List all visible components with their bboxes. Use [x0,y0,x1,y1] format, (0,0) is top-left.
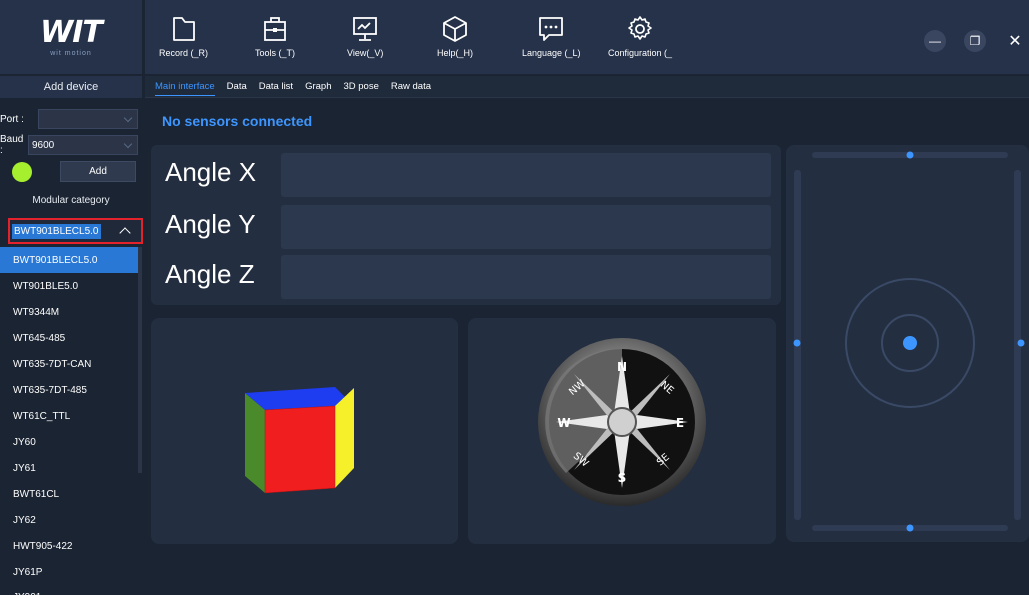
model-list-item[interactable]: WT645-485 [0,325,138,351]
minimize-icon: — [929,34,941,48]
compass-panel: N S E W NE NW SE SW [468,318,776,544]
bottom-slider-handle[interactable] [906,524,914,532]
configuration-label: Configuration (_ [608,48,673,58]
model-list-item[interactable]: JY61P [0,559,138,585]
level-indicator-panel [786,145,1029,542]
left-slider-handle[interactable] [793,339,801,347]
chevron-down-icon [123,139,133,149]
app-window: WIT wit motion Add device Port : Baud : … [0,0,1029,595]
close-icon: ✕ [1008,33,1022,50]
angle-x-row: Angle X [151,149,781,199]
model-list-item[interactable]: WT61C_TTL [0,403,138,429]
model-dropdown-list: BWT901BLECL5.0 WT901BLE5.0 WT9344M WT645-48… [0,247,138,595]
model-list-item[interactable]: HWT905-422 [0,533,138,559]
view-button[interactable]: View(_V) [347,14,383,58]
model-list-item[interactable]: JY60 [0,429,138,455]
configuration-button[interactable]: Configuration (_ [608,14,672,58]
angle-y-value [281,205,771,249]
model-list-scrollbar[interactable] [138,247,142,473]
tools-button[interactable]: Tools (_T) [255,14,295,58]
tab-bar: Main interface Data Data list Graph 3D pose R… [145,76,1029,98]
angle-y-row: Angle Y [151,201,781,251]
port-label: Port : [0,113,24,125]
minimize-button[interactable]: — [924,30,946,52]
compass-icon: N S E W NE NW SE SW [538,338,706,506]
monitor-chart-icon [353,17,378,41]
compass-n: N [617,360,627,374]
angle-panel: Angle X Angle Y Angle Z [151,145,781,305]
folder-icon [172,17,195,41]
model-list-item[interactable]: BWT901BLECL5.0 [0,247,138,273]
logo: WIT wit motion [0,0,142,74]
model-list-item[interactable]: JY61 [0,455,138,481]
record-label: Record (_R) [159,48,209,58]
add-button[interactable]: Add [60,161,136,182]
compass-w: W [557,416,570,430]
model-list-item[interactable]: WT635-7DT-485 [0,377,138,403]
connection-status-text: No sensors connected [162,113,313,129]
view-label: View(_V) [347,48,384,58]
logo-mark: WIT [40,14,103,50]
chat-bubble-icon [539,17,564,41]
level-bubble[interactable] [903,336,917,350]
compass-s: S [618,471,627,485]
toolbox-icon [264,17,286,41]
tab-main-interface[interactable]: Main interface [155,78,215,96]
language-label: Language (_L) [522,48,581,58]
right-slider-handle[interactable] [1017,339,1025,347]
level-indicator [793,151,1025,532]
logo-subtitle: wit motion [50,49,92,57]
model-list-item[interactable]: WT9344M [0,299,138,325]
model-list-item[interactable]: WT901BLE5.0 [0,273,138,299]
port-row: Port : [0,108,142,130]
restore-icon: ❐ [969,34,981,48]
help-label: Help(_H) [437,48,474,58]
model-select[interactable]: BWT901BLECL5.0 [8,218,143,244]
chevron-down-icon [123,113,133,123]
angle-y-label: Angle Y [165,209,256,239]
top-slider-handle[interactable] [906,151,914,159]
tools-label: Tools (_T) [255,48,296,58]
chevron-up-icon [119,227,131,239]
angle-x-value [281,153,771,197]
add-device-header: Add device [0,76,142,98]
tab-data-list[interactable]: Data list [259,78,293,95]
model-select-value: BWT901BLECL5.0 [12,223,101,239]
connection-status-indicator [12,162,32,182]
cube-icon [443,16,467,42]
angle-z-row: Angle Z [151,251,781,301]
modular-category-header: Modular category [32,194,110,206]
tab-graph[interactable]: Graph [305,78,331,95]
help-button[interactable]: Help(_H) [437,14,473,58]
restore-button[interactable]: ❐ [964,30,986,52]
tab-data[interactable]: Data [227,78,247,95]
port-select[interactable] [38,109,138,129]
model-list-item[interactable]: JY901 [0,585,138,595]
record-button[interactable]: Record (_R) [159,14,208,58]
language-button[interactable]: Language (_L) [522,14,581,58]
baud-value: 9600 [32,139,55,151]
model-list-item[interactable]: BWT61CL [0,481,138,507]
baud-label: Baud : [0,134,24,156]
toolbar: Record (_R) Tools (_T) View(_V) Help(_H)… [145,0,1029,74]
angle-z-label: Angle Z [165,259,255,289]
baud-select[interactable]: 9600 [28,135,138,155]
angle-x-label: Angle X [165,157,257,187]
tab-3d-pose[interactable]: 3D pose [343,78,378,95]
compass-e: E [676,416,684,430]
angle-z-value [281,255,771,299]
model-list-item[interactable]: JY62 [0,507,138,533]
cube-3d-icon [245,387,354,494]
close-button[interactable]: ✕ [1004,30,1026,52]
baud-row: Baud : 9600 [0,134,142,156]
gear-icon [628,16,652,40]
tab-raw-data[interactable]: Raw data [391,78,431,95]
model-list-item[interactable]: WT635-7DT-CAN [0,351,138,377]
cube-3d-panel [151,318,458,544]
